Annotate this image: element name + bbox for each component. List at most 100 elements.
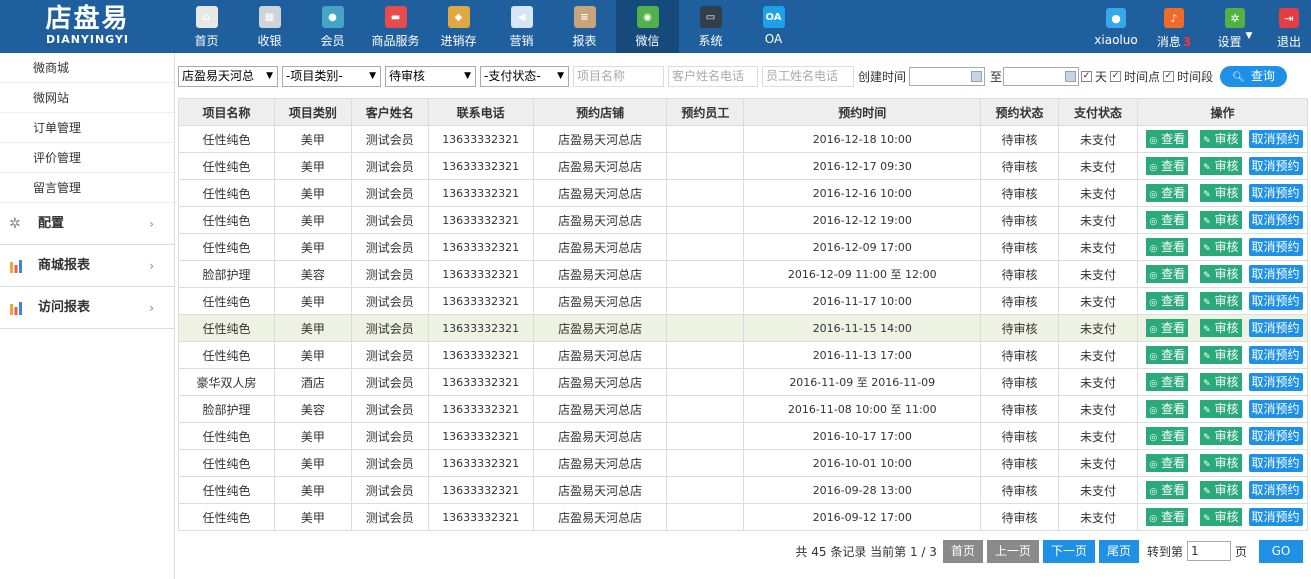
nav-item-inventory[interactable]: ◆ 进销存 <box>427 0 490 53</box>
audit-button[interactable]: ✎ 审核 <box>1200 184 1242 202</box>
staff-input[interactable]: 员工姓名电话 <box>762 65 854 87</box>
calendar-icon[interactable] <box>971 70 983 82</box>
sidebar-item[interactable]: 微网站 <box>0 83 174 113</box>
messages-button[interactable]: ♪ 消息 3 <box>1145 0 1203 53</box>
cancel-appointment-button[interactable]: 取消预约 <box>1248 157 1303 175</box>
cancel-appointment-button[interactable]: 取消预约 <box>1248 481 1303 499</box>
nav-item-megaphone[interactable]: ◀ 营销 <box>490 0 553 53</box>
nav-item-oa[interactable]: OA OA <box>742 0 805 53</box>
cancel-label: 取消预约 <box>1251 267 1300 281</box>
user-account[interactable]: ● xiaoluo <box>1087 0 1145 53</box>
sidebar-group-config[interactable]: ✲ 配置 › <box>0 203 174 245</box>
first-page-button[interactable]: 首页 <box>942 539 983 563</box>
cancel-appointment-button[interactable]: 取消预约 <box>1248 508 1303 526</box>
view-button[interactable]: ◎ 查看 <box>1146 508 1189 526</box>
view-button[interactable]: ◎ 查看 <box>1146 454 1189 472</box>
view-button[interactable]: ◎ 查看 <box>1146 265 1189 283</box>
cancel-appointment-button[interactable]: 取消预约 <box>1248 454 1303 472</box>
cancel-appointment-button[interactable]: 取消预约 <box>1248 373 1303 391</box>
cell-pay-status: 未支付 <box>1058 233 1138 261</box>
cell-category: 美甲 <box>273 503 352 531</box>
audit-button[interactable]: ✎ 审核 <box>1200 346 1242 364</box>
sidebar-item[interactable]: 订单管理 <box>0 113 174 143</box>
end-date-input[interactable] <box>1003 66 1080 86</box>
customer-input[interactable]: 客户姓名电话 <box>668 65 758 87</box>
query-button[interactable]: 🔍︎ 查询 <box>1220 65 1288 87</box>
sidebar-group-visit-report[interactable]: 访问报表 › <box>0 287 174 329</box>
cell-appointment-time: 2016-11-08 10:00 至 11:00 <box>743 395 982 423</box>
audit-button[interactable]: ✎ 审核 <box>1200 400 1242 418</box>
store-select[interactable]: 店盈易天河总 ▼ <box>178 65 278 87</box>
audit-button[interactable]: ✎ 审核 <box>1200 130 1242 148</box>
audit-button[interactable]: ✎ 审核 <box>1200 427 1242 445</box>
view-button[interactable]: ◎ 查看 <box>1146 238 1189 256</box>
cell-category: 美甲 <box>273 476 352 504</box>
view-button[interactable]: ◎ 查看 <box>1146 184 1189 202</box>
calendar-icon[interactable] <box>1065 70 1077 82</box>
view-button[interactable]: ◎ 查看 <box>1146 400 1189 418</box>
audit-button[interactable]: ✎ 审核 <box>1200 265 1242 283</box>
sidebar-group-mall-report[interactable]: 商城报表 › <box>0 245 174 287</box>
audit-button[interactable]: ✎ 审核 <box>1200 454 1242 472</box>
cancel-appointment-button[interactable]: 取消预约 <box>1248 427 1303 445</box>
next-page-button[interactable]: 下一页 <box>1042 539 1095 563</box>
settings-button[interactable]: ✲ 设置 ▼ <box>1203 0 1267 53</box>
audit-button[interactable]: ✎ 审核 <box>1200 157 1242 175</box>
cell-project-name: 任性纯色 <box>178 449 275 477</box>
nav-item-system-monitor[interactable]: ▭ 系统 <box>679 0 742 53</box>
audit-button[interactable]: ✎ 审核 <box>1200 319 1242 337</box>
day-checkbox[interactable]: ✓ <box>1081 70 1093 82</box>
timepoint-checkbox[interactable]: ✓ <box>1110 70 1122 82</box>
project-name-input[interactable]: 项目名称 <box>573 65 664 87</box>
audit-button[interactable]: ✎ 审核 <box>1200 508 1242 526</box>
sidebar-item[interactable]: 评价管理 <box>0 143 174 173</box>
cancel-appointment-button[interactable]: 取消预约 <box>1248 265 1303 283</box>
cell-actions: ◎ 查看 ✎ 审核 取消预约 <box>1136 233 1309 261</box>
start-date-input[interactable] <box>909 66 986 86</box>
cell-pay-status: 未支付 <box>1058 449 1138 477</box>
view-button[interactable]: ◎ 查看 <box>1146 481 1189 499</box>
logout-button[interactable]: ⇥ 退出 <box>1267 0 1311 53</box>
audit-button[interactable]: ✎ 审核 <box>1200 292 1242 310</box>
sidebar-item[interactable]: 留言管理 <box>0 173 174 203</box>
view-button[interactable]: ◎ 查看 <box>1146 373 1189 391</box>
nav-item-report[interactable]: ≡ 报表 <box>553 0 616 53</box>
nav-item-product[interactable]: ▬ 商品服务 <box>364 0 427 53</box>
view-button[interactable]: ◎ 查看 <box>1146 292 1189 310</box>
timerange-checkbox[interactable]: ✓ <box>1163 70 1175 82</box>
last-page-button[interactable]: 尾页 <box>1098 539 1139 563</box>
nav-item-home[interactable]: ⌂ 首页 <box>175 0 238 53</box>
view-button[interactable]: ◎ 查看 <box>1146 130 1189 148</box>
nav-item-member[interactable]: ● 会员 <box>301 0 364 53</box>
cancel-appointment-button[interactable]: 取消预约 <box>1248 292 1303 310</box>
view-button[interactable]: ◎ 查看 <box>1146 211 1189 229</box>
search-icon: ◎ <box>1149 433 1158 443</box>
nav-item-cash-register[interactable]: ▦ 收银 <box>238 0 301 53</box>
view-button[interactable]: ◎ 查看 <box>1146 427 1189 445</box>
sidebar-item[interactable]: 微商城 <box>0 53 174 83</box>
prev-page-button[interactable]: 上一页 <box>986 539 1039 563</box>
audit-button[interactable]: ✎ 审核 <box>1200 238 1242 256</box>
view-button[interactable]: ◎ 查看 <box>1146 346 1189 364</box>
cancel-appointment-button[interactable]: 取消预约 <box>1248 346 1303 364</box>
page-number-input[interactable]: 1 <box>1186 541 1231 561</box>
cancel-appointment-button[interactable]: 取消预约 <box>1248 400 1303 418</box>
pay-status-select[interactable]: -支付状态- ▼ <box>480 65 569 87</box>
cancel-appointment-button[interactable]: 取消预约 <box>1248 319 1303 337</box>
nav-item-wechat[interactable]: ◉ 微信 <box>616 0 679 53</box>
go-button[interactable]: GO <box>1259 539 1303 563</box>
cancel-appointment-button[interactable]: 取消预约 <box>1248 184 1303 202</box>
cancel-appointment-button[interactable]: 取消预约 <box>1248 130 1303 148</box>
audit-button[interactable]: ✎ 审核 <box>1200 373 1242 391</box>
cancel-appointment-button[interactable]: 取消预约 <box>1248 211 1303 229</box>
category-select[interactable]: -项目类别- ▼ <box>282 65 381 87</box>
query-button-label: 查询 <box>1250 68 1275 83</box>
view-button[interactable]: ◎ 查看 <box>1146 319 1189 337</box>
edit-icon: ✎ <box>1203 379 1211 389</box>
status-select[interactable]: 待审核 ▼ <box>385 65 476 87</box>
cancel-appointment-button[interactable]: 取消预约 <box>1248 238 1303 256</box>
audit-button[interactable]: ✎ 审核 <box>1200 481 1242 499</box>
audit-button[interactable]: ✎ 审核 <box>1200 211 1242 229</box>
view-button[interactable]: ◎ 查看 <box>1146 157 1189 175</box>
report-icon: ≡ <box>573 6 596 28</box>
